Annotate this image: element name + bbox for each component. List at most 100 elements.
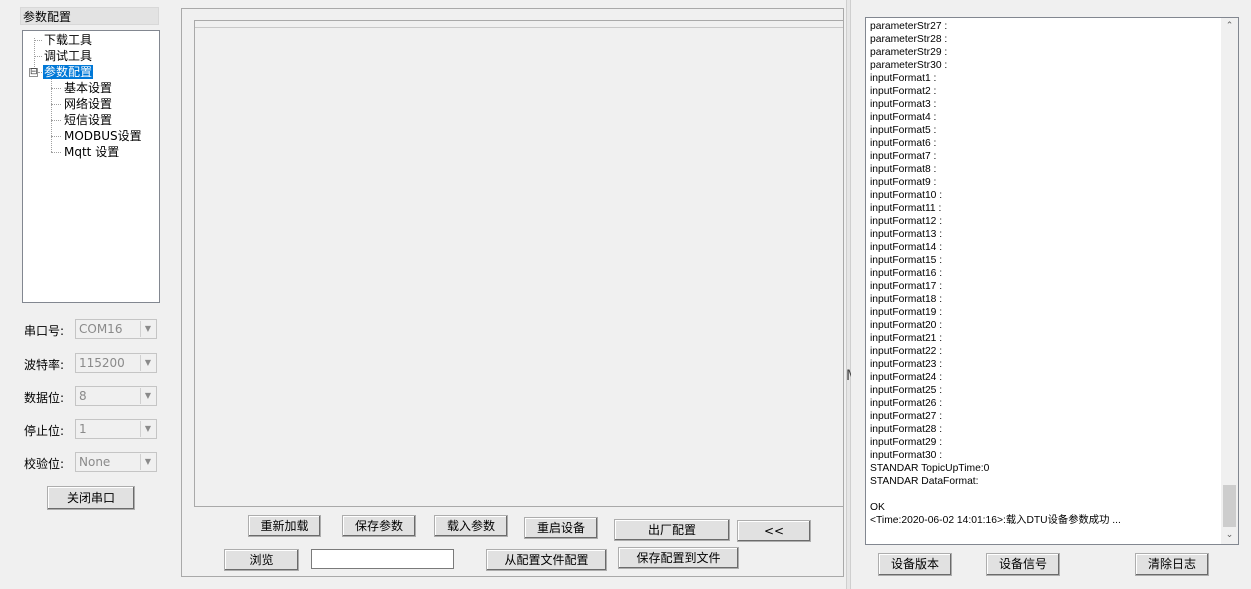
log-line: inputFormat7 :: [870, 151, 937, 162]
baud-select[interactable]: 115200 ▼: [75, 353, 157, 373]
log-textbox[interactable]: parameterStr27 : parameterStr28 : paramete…: [865, 17, 1239, 545]
scroll-up-icon[interactable]: ⌃: [1221, 18, 1238, 35]
log-line: <Time:2020-06-02 14:01:16>:载入DTU设备参数成功 .…: [870, 515, 1121, 526]
log-scrollbar[interactable]: ⌃ ⌄: [1221, 18, 1238, 544]
tree-item-mqtt-settings[interactable]: Mqtt 设置: [64, 145, 119, 160]
log-line: inputFormat11 :: [870, 203, 942, 214]
tree-item-debug-tool[interactable]: 调试工具: [44, 49, 92, 64]
stopbits-label: 停止位:: [24, 424, 65, 438]
log-line: inputFormat14 :: [870, 242, 943, 253]
log-line: inputFormat15 :: [870, 255, 943, 266]
chevron-down-icon[interactable]: ▼: [140, 321, 155, 337]
baud-label: 波特率:: [24, 358, 65, 372]
log-line: inputFormat29 :: [870, 437, 943, 448]
log-line: inputFormat6 :: [870, 138, 937, 149]
load-params-button[interactable]: 载入参数: [434, 515, 508, 537]
log-line: inputFormat5 :: [870, 125, 937, 136]
chevron-down-icon[interactable]: ▼: [140, 355, 155, 371]
baud-value: 115200: [79, 356, 125, 370]
tree-item-sms-settings[interactable]: 短信设置: [64, 113, 112, 128]
log-line: inputFormat17 :: [870, 281, 943, 292]
close-port-button[interactable]: 关闭串口: [47, 486, 135, 510]
log-line: inputFormat1 :: [870, 73, 937, 84]
factory-reset-button[interactable]: 出厂配置: [614, 519, 730, 541]
log-line: inputFormat21 :: [870, 333, 943, 344]
parity-select[interactable]: None ▼: [75, 452, 157, 472]
load-from-file-button[interactable]: 从配置文件配置: [486, 549, 607, 571]
log-line: STANDAR DataFormat:: [870, 476, 979, 487]
tree-connector: [51, 88, 61, 89]
databits-label: 数据位:: [24, 391, 65, 405]
log-line: inputFormat28 :: [870, 424, 943, 435]
device-signal-button[interactable]: 设备信号: [986, 553, 1060, 576]
tree-connector: [51, 79, 52, 152]
chevron-down-icon[interactable]: ▼: [140, 388, 155, 404]
config-content-area: [194, 20, 844, 507]
log-line: inputFormat24 :: [870, 372, 943, 383]
tree-item-basic-settings[interactable]: 基本设置: [64, 81, 112, 96]
collapse-icon[interactable]: ⊟: [29, 68, 38, 77]
tree-connector: [51, 136, 61, 137]
log-line: inputFormat4 :: [870, 112, 937, 123]
log-line: inputFormat25 :: [870, 385, 943, 396]
tree-item-param-config[interactable]: 参数配置: [43, 65, 94, 80]
log-line: inputFormat12 :: [870, 216, 943, 227]
port-select[interactable]: COM16 ▼: [75, 319, 157, 339]
save-to-file-button[interactable]: 保存配置到文件: [618, 547, 739, 569]
tree-connector: [51, 152, 61, 153]
log-line: inputFormat10 :: [870, 190, 943, 201]
log-line: inputFormat2 :: [870, 86, 937, 97]
log-line: inputFormat18 :: [870, 294, 943, 305]
panel-title: 参数配置: [20, 7, 159, 25]
log-line: inputFormat26 :: [870, 398, 943, 409]
clear-log-button[interactable]: 清除日志: [1135, 553, 1209, 576]
tree-item-modbus-settings[interactable]: MODBUS设置: [64, 129, 142, 144]
log-line: inputFormat3 :: [870, 99, 937, 110]
scroll-down-icon[interactable]: ⌄: [1221, 527, 1238, 544]
log-line: parameterStr28 :: [870, 34, 948, 45]
log-line: inputFormat23 :: [870, 359, 943, 370]
log-line: parameterStr27 :: [870, 21, 948, 32]
log-line: inputFormat22 :: [870, 346, 943, 357]
chevron-down-icon[interactable]: ▼: [140, 421, 155, 437]
device-version-button[interactable]: 设备版本: [878, 553, 952, 576]
log-line: parameterStr29 :: [870, 47, 948, 58]
tree-connector: [51, 104, 61, 105]
tree-connector: [34, 56, 42, 57]
scroll-thumb[interactable]: [1223, 485, 1236, 527]
browse-button[interactable]: 浏览: [224, 549, 299, 571]
log-line: OK: [870, 502, 885, 513]
port-value: COM16: [79, 322, 123, 336]
log-line: inputFormat19 :: [870, 307, 943, 318]
restart-device-button[interactable]: 重启设备: [524, 517, 598, 539]
stopbits-select[interactable]: 1 ▼: [75, 419, 157, 439]
tree-connector: [38, 72, 42, 73]
tree-item-label: 参数配置: [43, 65, 94, 79]
log-line: inputFormat20 :: [870, 320, 943, 331]
stopbits-value: 1: [79, 422, 87, 436]
log-line: parameterStr30 :: [870, 60, 948, 71]
chevron-down-icon[interactable]: ▼: [140, 454, 155, 470]
log-line: inputFormat30 :: [870, 450, 943, 461]
reload-button[interactable]: 重新加载: [248, 515, 321, 537]
log-line: inputFormat27 :: [870, 411, 943, 422]
parity-label: 校验位:: [24, 457, 65, 471]
tree-item-download-tool[interactable]: 下载工具: [44, 33, 92, 48]
databits-value: 8: [79, 389, 87, 403]
log-line: inputFormat13 :: [870, 229, 943, 240]
collapse-button[interactable]: <<: [737, 520, 811, 542]
parity-value: None: [79, 455, 111, 469]
log-line: inputFormat16 :: [870, 268, 943, 279]
log-content: parameterStr27 : parameterStr28 : paramete…: [870, 20, 1220, 527]
tree-connector: [51, 120, 61, 121]
log-line: inputFormat8 :: [870, 164, 937, 175]
config-tree[interactable]: 下载工具 调试工具 ⊟ 参数配置 基本设置 网络设置 短信设置 MODBUS设置…: [22, 30, 160, 303]
save-params-button[interactable]: 保存参数: [342, 515, 416, 537]
config-file-path-input[interactable]: [311, 549, 454, 569]
databits-select[interactable]: 8 ▼: [75, 386, 157, 406]
port-label: 串口号:: [24, 324, 65, 338]
tree-item-network-settings[interactable]: 网络设置: [64, 97, 112, 112]
log-line: STANDAR TopicUpTime:0: [870, 463, 990, 474]
content-divider: [195, 27, 843, 28]
